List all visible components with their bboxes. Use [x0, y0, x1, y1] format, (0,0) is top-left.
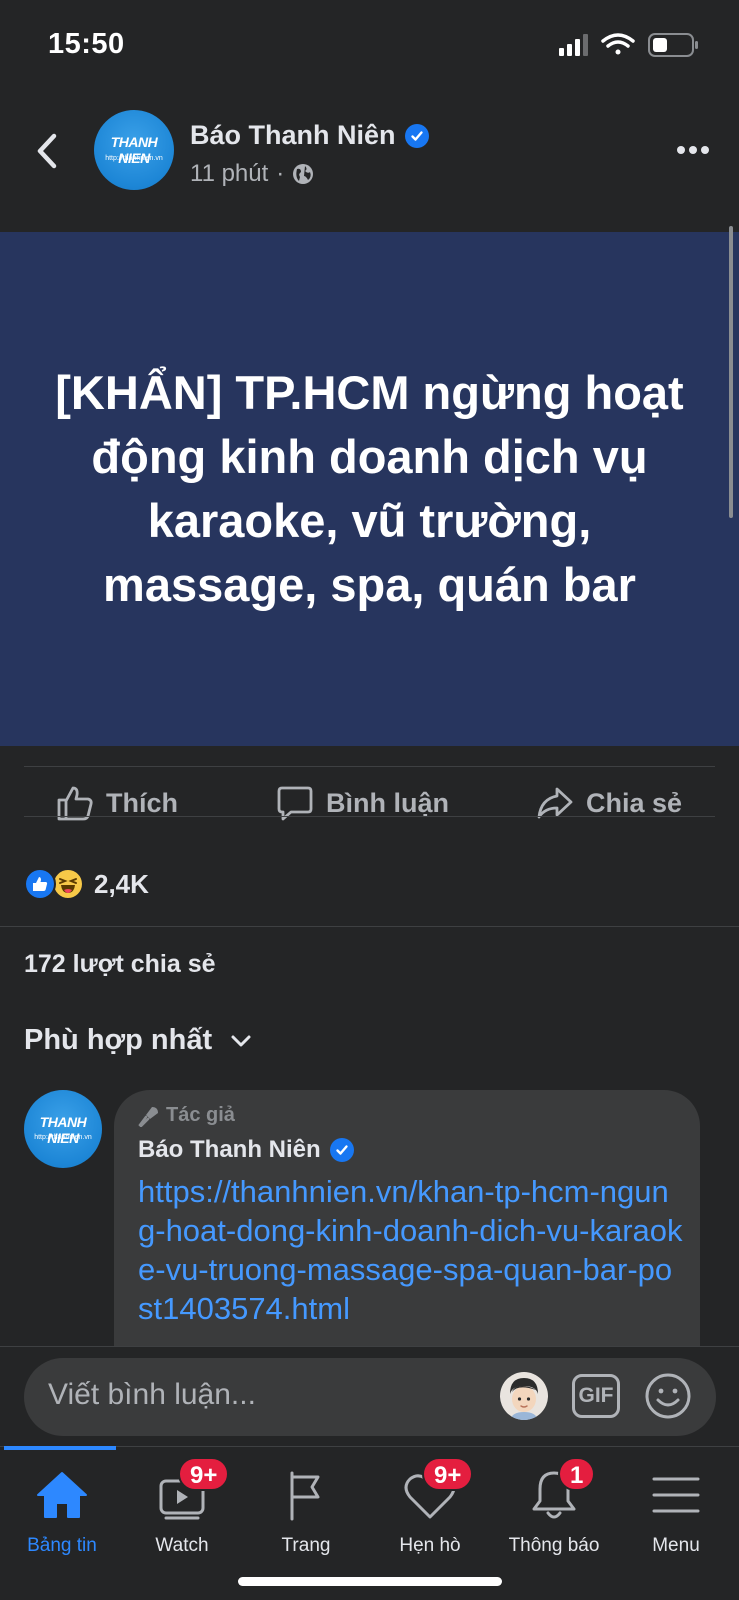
haha-reaction-icon [52, 868, 84, 900]
notification-badge: 9+ [422, 1457, 474, 1491]
tab-label: Menu [652, 1535, 700, 1556]
comment-sort-dropdown[interactable]: Phù hợp nhất [24, 1024, 252, 1057]
globe-icon [293, 164, 314, 184]
status-icons [559, 33, 698, 57]
section-divider [0, 926, 739, 927]
post-image[interactable]: [KHẨN] TP.HCM ngừng hoạt động kinh doanh… [0, 232, 739, 746]
microphone-icon [138, 1106, 158, 1127]
comment-link[interactable]: https://thanhnien.vn/khan-tp-hcm-ngung-h… [138, 1172, 684, 1328]
tab-menu[interactable]: Menu [614, 1467, 738, 1557]
reactions-summary[interactable]: 2,4K [24, 868, 149, 900]
home-icon [37, 1472, 87, 1518]
signal-icon [559, 34, 588, 56]
comment-placeholder: Viết bình luận... [48, 1378, 256, 1411]
reaction-count: 2,4K [94, 868, 149, 899]
avatar-url: http://thanhnien.vn [34, 1134, 92, 1141]
avatar-url: http://thanhnien.vn [105, 155, 163, 162]
more-options-icon[interactable] [673, 132, 713, 168]
verified-icon [329, 1138, 354, 1162]
page-name[interactable]: Báo Thanh Niên [190, 120, 429, 151]
back-icon[interactable] [28, 128, 68, 174]
comment-input[interactable]: Viết bình luận... GIF [24, 1358, 716, 1436]
scrollbar[interactable] [729, 226, 733, 518]
notification-badge: 9+ [178, 1457, 230, 1491]
tab-label: Thông báo [508, 1535, 600, 1556]
wifi-icon [601, 33, 635, 55]
tab-label: Bảng tin [27, 1535, 97, 1556]
shares-count[interactable]: 172 lượt chia sẻ [24, 950, 216, 979]
avatar-brand: THANH NIEN [39, 1114, 87, 1146]
sort-label: Phù hợp nhất [24, 1024, 213, 1056]
divider [24, 816, 715, 817]
author-tag: Tác giả [138, 1104, 235, 1127]
tab-label: Trang [281, 1535, 331, 1556]
tab-dating[interactable]: 9+ Hẹn hò [368, 1457, 492, 1557]
notification-badge: 1 [558, 1457, 596, 1491]
flag-icon [290, 1471, 320, 1521]
tab-notifications[interactable]: 1 Thông báo [492, 1457, 616, 1557]
tab-watch[interactable]: 9+ Watch [120, 1457, 244, 1557]
page-name-text: Báo Thanh Niên [190, 120, 396, 150]
tab-news-feed[interactable]: Bảng tin [0, 1467, 124, 1557]
comment-avatar[interactable]: THANH NIEN http://thanhnien.vn [24, 1090, 102, 1168]
comment-bubble[interactable]: Tác giả Báo Thanh Niên https://thanhnien… [114, 1090, 700, 1350]
post-time: 11 phút [190, 160, 269, 187]
page-avatar[interactable]: THANH NIEN http://thanhnien.vn [94, 110, 174, 190]
battery-icon [648, 33, 698, 57]
chevron-down-icon [231, 1035, 251, 1046]
meta-separator: · [276, 160, 285, 187]
gif-label: GIF [578, 1384, 614, 1407]
tab-label: Watch [155, 1535, 209, 1556]
emoji-icon[interactable] [644, 1372, 692, 1420]
post-meta: 11 phút · [190, 160, 314, 188]
verified-icon [404, 123, 429, 148]
tab-label: Hẹn hò [399, 1535, 461, 1556]
comment-label: Bình luận [326, 787, 449, 818]
like-reaction-icon [24, 868, 56, 900]
share-label: Chia sẻ [586, 787, 683, 818]
home-indicator[interactable] [238, 1577, 502, 1586]
comment-author-text: Báo Thanh Niên [138, 1136, 321, 1163]
status-time: 15:50 [48, 28, 125, 60]
comment-author-name[interactable]: Báo Thanh Niên [138, 1136, 354, 1164]
menu-icon [652, 1477, 700, 1513]
divider [24, 766, 715, 767]
tab-pages[interactable]: Trang [244, 1467, 368, 1557]
active-tab-indicator [4, 1446, 116, 1450]
like-label: Thích [106, 787, 178, 818]
user-avatar[interactable] [500, 1372, 548, 1420]
post-headline: [KHẨN] TP.HCM ngừng hoạt động kinh doanh… [55, 366, 684, 611]
gif-button[interactable]: GIF [572, 1374, 620, 1418]
author-tag-label: Tác giả [166, 1104, 235, 1126]
